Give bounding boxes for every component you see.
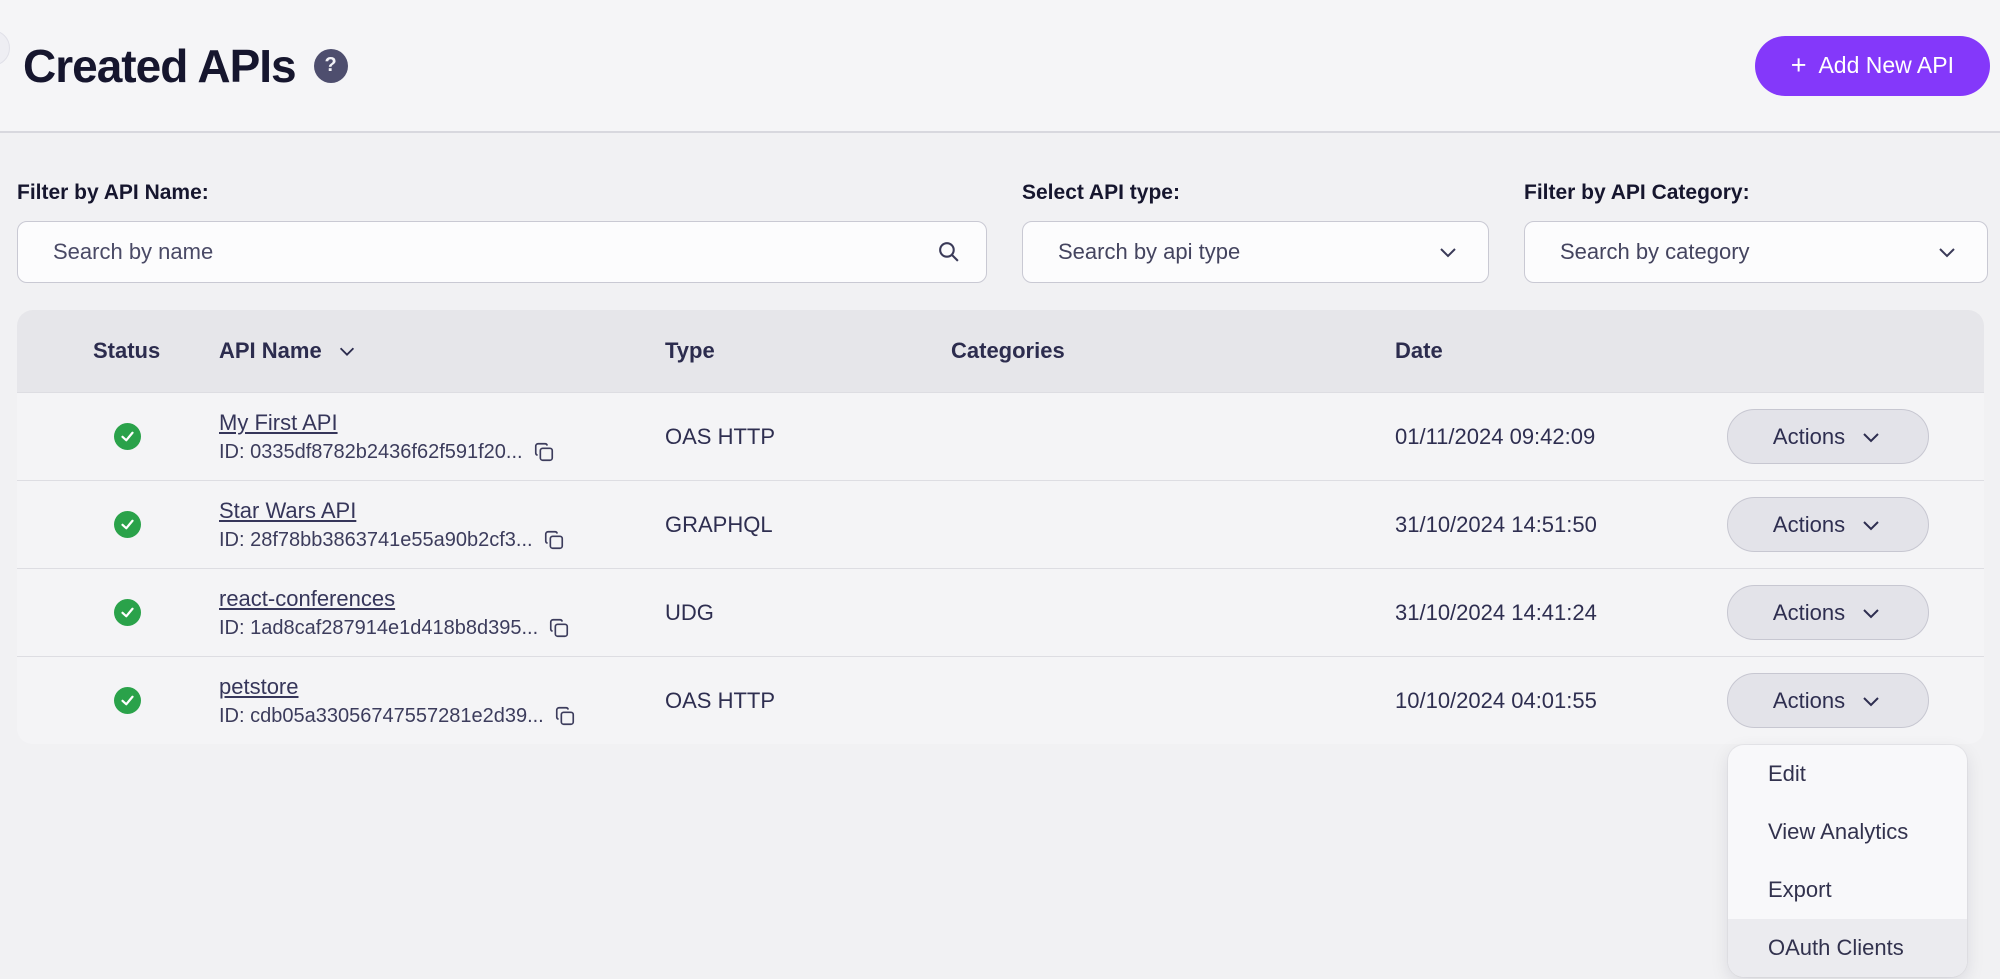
menu-item-view-analytics[interactable]: View Analytics bbox=[1728, 803, 1967, 861]
actions-button[interactable]: Actions bbox=[1727, 673, 1929, 728]
api-date-text: 10/10/2024 04:01:55 bbox=[1395, 688, 1727, 714]
api-id-text: ID: cdb05a33056747557281e2d39... bbox=[219, 705, 544, 728]
api-category-placeholder: Search by category bbox=[1560, 239, 1750, 265]
api-type-text: UDG bbox=[665, 600, 951, 626]
filter-by-category-group: Filter by API Category: Search by catego… bbox=[1524, 181, 1988, 283]
api-date-text: 01/11/2024 09:42:09 bbox=[1395, 424, 1727, 450]
column-header-type: Type bbox=[665, 338, 951, 364]
api-id-text: ID: 0335df8782b2436f62f591f20... bbox=[219, 441, 523, 464]
api-id-text: ID: 28f78bb3863741e55a90b2cf3... bbox=[219, 529, 533, 552]
column-header-categories: Categories bbox=[951, 338, 1395, 364]
table-row: Star Wars API ID: 28f78bb3863741e55a90b2… bbox=[17, 480, 1984, 568]
api-date-text: 31/10/2024 14:51:50 bbox=[1395, 512, 1727, 538]
chevron-down-icon bbox=[1859, 689, 1883, 713]
add-new-api-button[interactable]: + Add New API bbox=[1755, 36, 1990, 96]
copy-icon[interactable] bbox=[533, 441, 555, 463]
column-header-status: Status bbox=[93, 338, 219, 364]
actions-dropdown-menu: Edit View Analytics Export OAuth Clients bbox=[1728, 745, 1967, 977]
status-active-icon bbox=[114, 687, 141, 714]
api-type-text: OAS HTTP bbox=[665, 688, 951, 714]
api-type-label: Select API type: bbox=[1022, 181, 1489, 205]
status-active-icon bbox=[114, 511, 141, 538]
menu-item-export[interactable]: Export bbox=[1728, 861, 1967, 919]
api-type-text: GRAPHQL bbox=[665, 512, 951, 538]
table-row: My First API ID: 0335df8782b2436f62f591f… bbox=[17, 392, 1984, 480]
api-type-placeholder: Search by api type bbox=[1058, 239, 1240, 265]
copy-icon[interactable] bbox=[548, 617, 570, 639]
table-row: react-conferences ID: 1ad8caf287914e1d41… bbox=[17, 568, 1984, 656]
chevron-down-icon bbox=[1436, 240, 1460, 264]
api-type-select[interactable]: Search by api type bbox=[1022, 221, 1489, 283]
table-row: petstore ID: cdb05a33056747557281e2d39..… bbox=[17, 656, 1984, 744]
table-header-row: Status API Name Type Categories Date bbox=[17, 310, 1984, 392]
chevron-down-icon bbox=[1859, 601, 1883, 625]
help-icon[interactable]: ? bbox=[314, 49, 348, 83]
sort-chevron-down-icon bbox=[336, 340, 358, 362]
api-name-link[interactable]: My First API bbox=[219, 410, 338, 436]
add-new-api-label: Add New API bbox=[1818, 52, 1954, 79]
api-category-label: Filter by API Category: bbox=[1524, 181, 1988, 205]
search-by-name-input[interactable] bbox=[17, 221, 987, 283]
page-title: Created APIs bbox=[23, 39, 296, 93]
actions-button[interactable]: Actions bbox=[1727, 497, 1929, 552]
apis-table: Status API Name Type Categories Date My … bbox=[17, 310, 1984, 744]
status-active-icon bbox=[114, 599, 141, 626]
actions-button[interactable]: Actions bbox=[1727, 409, 1929, 464]
api-name-link[interactable]: react-conferences bbox=[219, 586, 395, 612]
chevron-down-icon bbox=[1859, 425, 1883, 449]
api-id-text: ID: 1ad8caf287914e1d418b8d395... bbox=[219, 617, 538, 640]
api-category-select[interactable]: Search by category bbox=[1524, 221, 1988, 283]
api-name-link[interactable]: Star Wars API bbox=[219, 498, 356, 524]
column-header-api-name-sort[interactable]: API Name bbox=[219, 338, 665, 364]
api-name-link[interactable]: petstore bbox=[219, 674, 299, 700]
api-date-text: 31/10/2024 14:41:24 bbox=[1395, 600, 1727, 626]
status-active-icon bbox=[114, 423, 141, 450]
menu-item-edit[interactable]: Edit bbox=[1728, 745, 1967, 803]
actions-button[interactable]: Actions bbox=[1727, 585, 1929, 640]
copy-icon[interactable] bbox=[543, 529, 565, 551]
select-api-type-group: Select API type: Search by api type bbox=[1022, 181, 1489, 283]
chevron-down-icon bbox=[1859, 513, 1883, 537]
column-header-date: Date bbox=[1395, 338, 1727, 364]
chevron-down-icon bbox=[1935, 240, 1959, 264]
edge-decoration bbox=[0, 30, 10, 66]
menu-item-oauth-clients[interactable]: OAuth Clients bbox=[1728, 919, 1967, 977]
filter-name-label: Filter by API Name: bbox=[17, 181, 987, 205]
page-header: Created APIs ? + Add New API bbox=[0, 0, 2000, 133]
plus-icon: + bbox=[1791, 52, 1807, 79]
copy-icon[interactable] bbox=[554, 705, 576, 727]
filter-by-name-group: Filter by API Name: bbox=[17, 181, 987, 283]
api-type-text: OAS HTTP bbox=[665, 424, 951, 450]
